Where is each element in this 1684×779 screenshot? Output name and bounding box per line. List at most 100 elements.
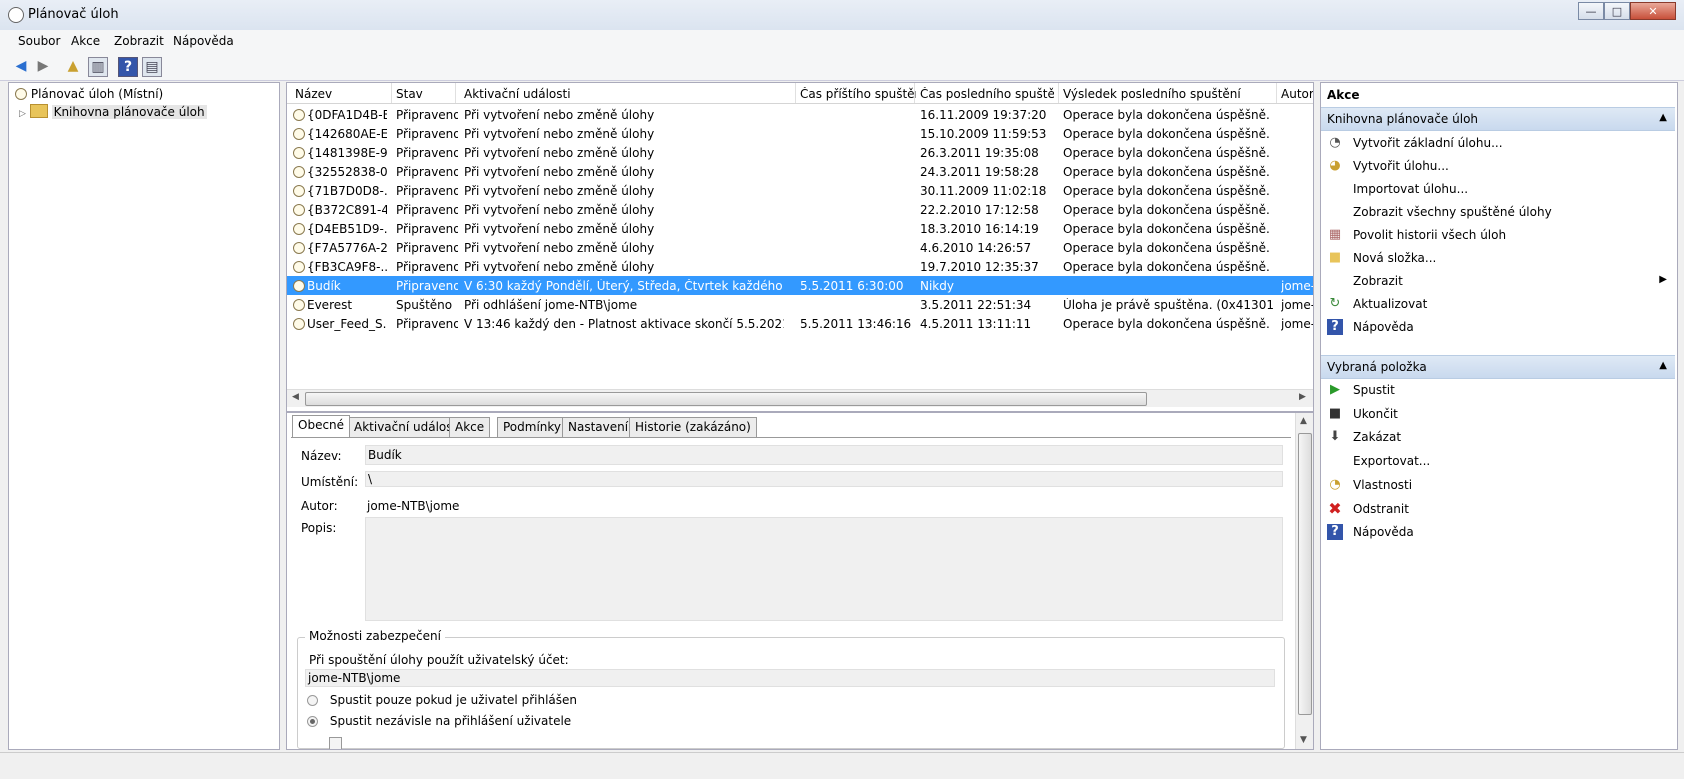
tab-akce[interactable]: Akce xyxy=(449,417,491,437)
action-item-label: Odstranit xyxy=(1353,501,1409,516)
menu-napoveda[interactable]: Nápověda xyxy=(173,34,234,48)
name-field[interactable]: Budík xyxy=(365,445,1283,465)
action-item[interactable]: ↻ Aktualizovat xyxy=(1327,293,1667,315)
back-arrow-icon[interactable]: ◀ xyxy=(12,57,30,75)
cell-cas-posledniho: 18.3.2010 16:14:19 xyxy=(920,222,1039,236)
checkbox-icon[interactable] xyxy=(329,737,342,749)
table-row[interactable]: {F7A5776A-2... Připraveno Při vytvoření ne… xyxy=(287,238,1313,257)
cell-nazev: Everest xyxy=(307,298,353,312)
radio-run-regardless[interactable]: Spustit nezávisle na přihlášení uživatel… xyxy=(307,714,571,728)
cell-vysledek: Operace byla dokončena úspěšně. (0x0) xyxy=(1063,222,1273,236)
up-folder-icon[interactable]: ▲ xyxy=(64,57,82,75)
action-item[interactable]: ? Nápověda xyxy=(1327,521,1667,543)
menu-soubor[interactable]: Soubor xyxy=(18,34,60,48)
horizontal-scroll-thumb[interactable] xyxy=(305,392,1147,406)
collapse-icon[interactable]: ▲ xyxy=(1659,112,1667,123)
table-row[interactable]: {71B7D0D8-... Připraveno Při vytvoření neb… xyxy=(287,181,1313,200)
expand-arrow-icon[interactable]: ▷ xyxy=(19,109,26,119)
action-item[interactable]: Zobrazit všechny spuštěné úlohy xyxy=(1327,201,1667,223)
table-row[interactable]: {1481398E-9... Připraveno Při vytvoření ne… xyxy=(287,143,1313,162)
description-field[interactable] xyxy=(365,517,1283,621)
menu-zobrazit[interactable]: Zobrazit xyxy=(114,34,164,48)
table-row[interactable]: Everest Spuštěno Při odhlášení jome-NTB\jo… xyxy=(287,295,1313,314)
action-item-label: Nápověda xyxy=(1353,320,1414,334)
action-item[interactable]: ? Nápověda xyxy=(1327,316,1667,338)
action-item[interactable]: ⬇ Zakázat xyxy=(1327,426,1667,448)
maximize-button[interactable]: □ xyxy=(1604,2,1630,20)
section-library[interactable]: Knihovna plánovače úloh ▲ xyxy=(1321,107,1675,131)
table-row[interactable]: {B372C891-4... Připraveno Při vytvoření ne… xyxy=(287,200,1313,219)
scroll-up-arrow-icon[interactable]: ▲ xyxy=(1300,416,1307,426)
table-row[interactable]: {142680AE-E... Připraveno Při vytvoření ne… xyxy=(287,124,1313,143)
cell-stav: Připraveno xyxy=(396,279,458,293)
action-item[interactable]: Zobrazit ▶ xyxy=(1327,270,1667,292)
minimize-button[interactable]: — xyxy=(1578,2,1604,20)
col-cas-pristiho[interactable]: Čas příštího spuštění xyxy=(800,87,916,101)
close-button[interactable]: ✕ xyxy=(1630,2,1676,20)
col-autor[interactable]: Autor xyxy=(1281,87,1313,101)
tab-nastaveni[interactable]: Nastavení xyxy=(562,417,635,437)
cell-cas-posledniho: Nikdy xyxy=(920,279,954,293)
tree-root-item[interactable]: Plánovač úloh (Místní) xyxy=(15,87,163,101)
radio-button-selected-icon[interactable] xyxy=(307,716,318,727)
cell-autor: jome- xyxy=(1281,317,1313,331)
col-aktivacni-udalosti[interactable]: Aktivační události xyxy=(464,87,784,101)
table-row[interactable]: {FB3CA9F8-... Připraveno Při vytvoření neb… xyxy=(287,257,1313,276)
action-item[interactable]: ◔ Vytvořit základní úlohu... xyxy=(1327,132,1667,154)
account-field[interactable]: jome-NTB\jome xyxy=(305,669,1275,687)
show-action-pane-icon[interactable]: ▤ xyxy=(142,57,162,77)
table-row[interactable]: Budík Připraveno V 6:30 každý Pondělí, Úte… xyxy=(287,276,1313,295)
collapse-icon[interactable]: ▲ xyxy=(1659,360,1667,371)
task-details-pane: Obecné Aktivační události Akce Podmínky … xyxy=(286,412,1314,750)
vertical-scroll-thumb[interactable] xyxy=(1298,433,1312,715)
col-cas-posledniho[interactable]: Čas posledního spuštění xyxy=(920,87,1054,101)
location-field[interactable]: \ xyxy=(365,471,1283,487)
col-stav[interactable]: Stav xyxy=(396,87,458,101)
action-item[interactable]: Importovat úlohu... xyxy=(1327,178,1667,200)
help-icon[interactable]: ? xyxy=(118,57,138,77)
section-selected-item[interactable]: Vybraná položka ▲ xyxy=(1321,355,1675,379)
menu-akce[interactable]: Akce xyxy=(71,34,100,48)
action-item[interactable]: ✖ Odstranit xyxy=(1327,498,1667,520)
author-label: Autor: xyxy=(301,499,338,513)
cell-stav: Spuštěno xyxy=(396,298,453,312)
radio-button-icon[interactable] xyxy=(307,695,318,706)
vertical-scrollbar[interactable]: ▲ ▼ xyxy=(1295,413,1313,749)
table-row[interactable]: {32552838-0... Připraveno Při vytvoření ne… xyxy=(287,162,1313,181)
cell-nazev: {FB3CA9F8-... xyxy=(307,260,387,274)
action-item[interactable]: ■ Ukončit xyxy=(1327,403,1667,425)
forward-arrow-icon[interactable]: ▶ xyxy=(34,57,52,75)
action-item[interactable]: Exportovat... xyxy=(1327,450,1667,472)
show-tree-icon[interactable]: ▥ xyxy=(88,57,108,77)
action-item[interactable]: ◕ Vytvořit úlohu... xyxy=(1327,155,1667,177)
tree-root-label: Plánovač úloh (Místní) xyxy=(30,87,164,101)
action-item-label: Vytvořit úlohu... xyxy=(1353,159,1449,173)
action-item[interactable]: ▶ Spustit xyxy=(1327,379,1667,401)
navigation-tree: Plánovač úloh (Místní) ▷ Knihovna plánov… xyxy=(8,82,280,750)
scroll-left-arrow-icon[interactable]: ◀ xyxy=(292,392,299,402)
horizontal-scrollbar[interactable]: ◀ ▶ xyxy=(287,389,1313,407)
create-basic-task-icon: ◔ xyxy=(1329,135,1341,150)
table-row[interactable]: {0DFA1D4B-E... Připraveno Při vytvoření ne… xyxy=(287,105,1313,124)
section-selected-item-title: Vybraná položka xyxy=(1327,360,1427,374)
scroll-down-arrow-icon[interactable]: ▼ xyxy=(1300,735,1307,745)
col-nazev[interactable]: Název xyxy=(295,87,385,101)
col-vysledek[interactable]: Výsledek posledního spuštění xyxy=(1063,87,1273,101)
cell-cas-pristiho: 5.5.2011 6:30:00 xyxy=(800,279,904,293)
help-icon: ? xyxy=(1327,524,1343,541)
location-label: Umístění: xyxy=(301,475,359,489)
table-row[interactable]: User_Feed_S... Připraveno V 13:46 každý de… xyxy=(287,314,1313,333)
action-item[interactable]: ■ Nová složka... xyxy=(1327,247,1667,269)
action-item[interactable]: ◔ Vlastnosti xyxy=(1327,474,1667,496)
tab-podminky[interactable]: Podmínky xyxy=(497,417,568,437)
tree-library-item[interactable]: ▷ Knihovna plánovače úloh xyxy=(19,104,207,119)
column-header-row: Název Stav Aktivační události Čas příští… xyxy=(287,83,1313,104)
radio-run-when-logged-on[interactable]: Spustit pouze pokud je uživatel přihláše… xyxy=(307,693,577,707)
tab-obecne[interactable]: Obecné xyxy=(292,415,351,437)
table-row[interactable]: {D4EB51D9-... Připraveno Při vytvoření neb… xyxy=(287,219,1313,238)
action-item[interactable]: ▦ Povolit historii všech úloh xyxy=(1327,224,1667,246)
window-title: Plánovač úloh xyxy=(28,7,119,22)
scroll-right-arrow-icon[interactable]: ▶ xyxy=(1299,392,1306,402)
create-task-icon: ◕ xyxy=(1329,158,1341,173)
tab-historie[interactable]: Historie (zakázáno) xyxy=(629,417,757,437)
